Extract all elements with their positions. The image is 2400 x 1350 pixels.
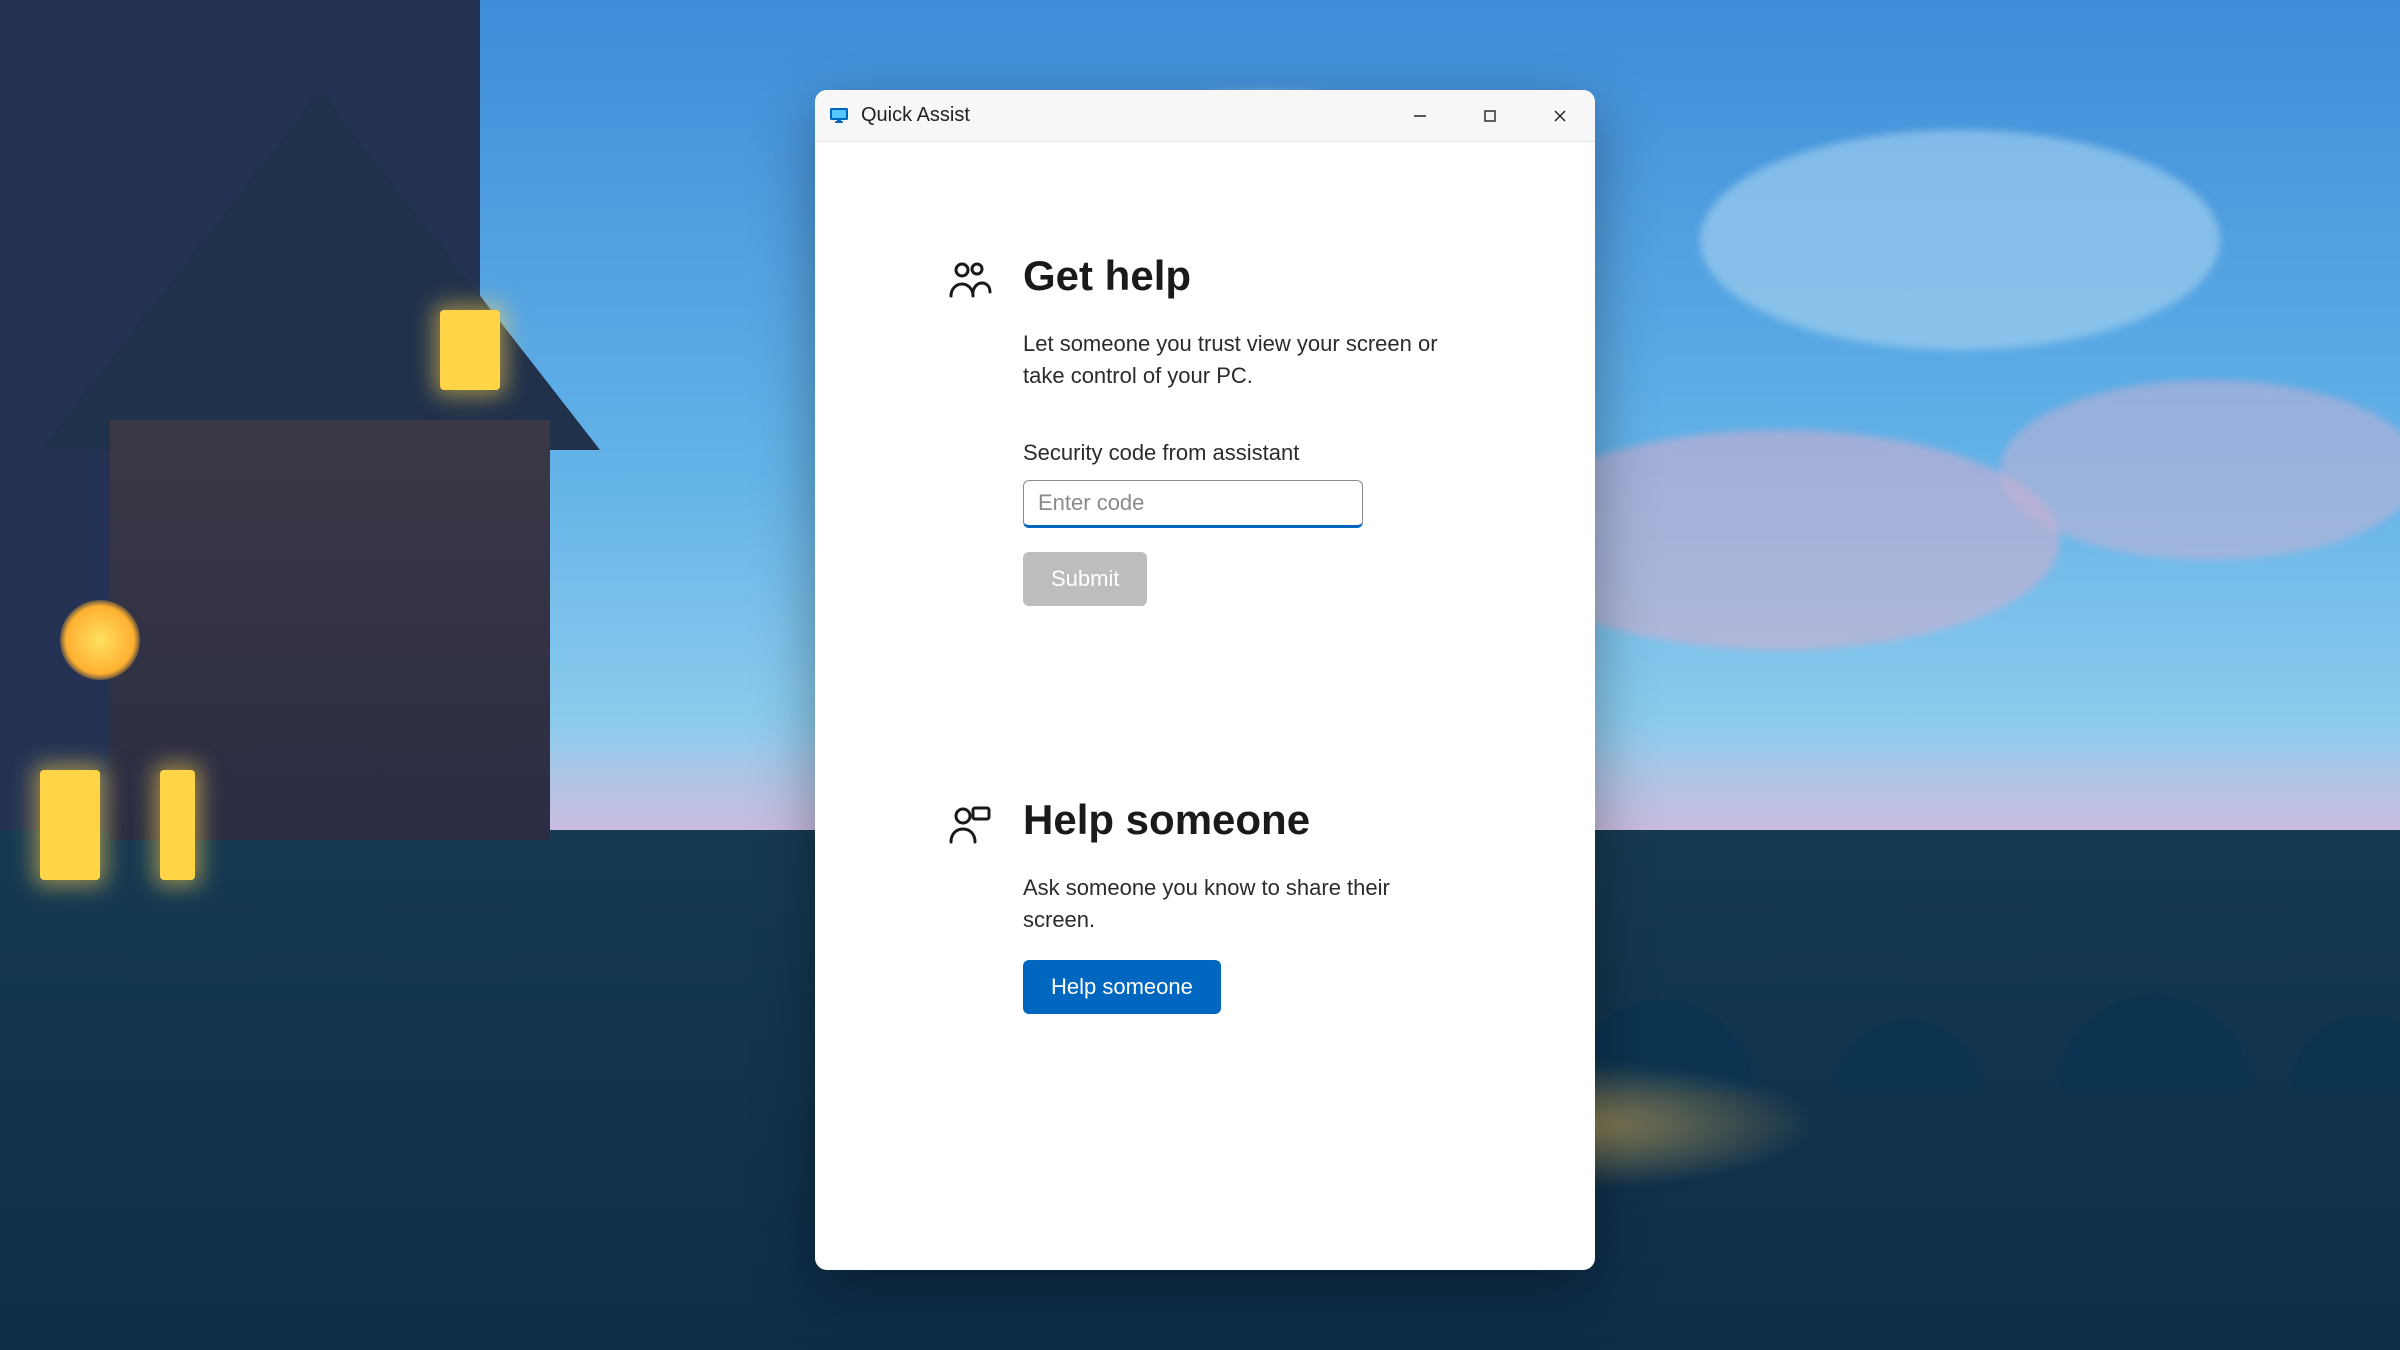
quick-assist-window: Quick Assist Get help Le [815, 90, 1595, 1270]
window-body: Get help Let someone you trust view your… [815, 142, 1595, 1270]
quick-assist-app-icon [827, 104, 851, 128]
get-help-heading: Get help [1023, 252, 1465, 300]
security-code-label: Security code from assistant [1023, 440, 1465, 466]
help-someone-heading: Help someone [1023, 796, 1465, 844]
people-icon [945, 258, 993, 306]
submit-button[interactable]: Submit [1023, 552, 1147, 606]
get-help-section: Get help Let someone you trust view your… [945, 252, 1465, 606]
security-code-input[interactable] [1023, 480, 1363, 528]
titlebar: Quick Assist [815, 90, 1595, 142]
window-title: Quick Assist [861, 104, 970, 127]
help-someone-description: Ask someone you know to share their scre… [1023, 872, 1443, 936]
help-someone-section: Help someone Ask someone you know to sha… [945, 796, 1465, 1014]
help-someone-button[interactable]: Help someone [1023, 960, 1221, 1014]
maximize-button[interactable] [1455, 90, 1525, 142]
minimize-button[interactable] [1385, 90, 1455, 142]
get-help-description: Let someone you trust view your screen o… [1023, 328, 1443, 392]
close-button[interactable] [1525, 90, 1595, 142]
person-screen-icon [945, 802, 993, 850]
